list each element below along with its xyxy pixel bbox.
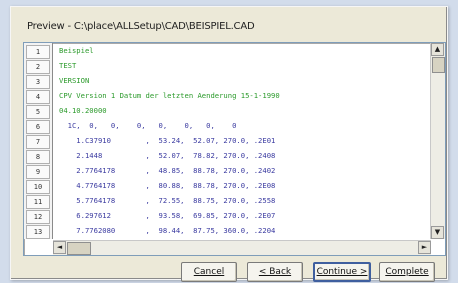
code-line: CPV Version 1 Datum der letzten Aenderun… [59,91,280,100]
code-line: 6.297612 , 93.58, 69.85, 270.0, .2E07 [59,211,276,220]
code-line: TEST [59,61,77,70]
cancel-button[interactable]: Cancel [181,262,237,282]
vertical-scrollbar[interactable]: ▲ ▼ [430,43,445,239]
scroll-left-icon[interactable]: ◄ [53,241,66,254]
horizontal-scrollbar[interactable]: ◄ ► [53,240,431,255]
code-line: 1.C37910 , 53.24, 52.07, 270.0, .2E01 [59,136,276,145]
code-line: Beispiel [59,46,94,55]
dialog-title: Preview - C:\place\ALLSetup\CAD\BEISPIEL… [27,21,255,32]
back-button[interactable]: < Back [247,262,303,282]
scroll-up-icon[interactable]: ▲ [431,43,444,56]
scroll-down-icon[interactable]: ▼ [431,226,444,239]
code-line: 1C, 0, 0, 0, 0, 0, 0, 0 [59,121,237,130]
code-line: VERSION [59,76,90,85]
line-number: 9 [26,165,50,179]
horizontal-scroll-thumb[interactable] [67,242,91,255]
code-line: 7.7762080 , 98.44, 87.75, 360.0, .2204 [59,226,276,235]
line-number: 2 [26,60,50,74]
line-number: 13 [26,225,50,239]
complete-button[interactable]: Complete [379,262,435,282]
line-number: 7 [26,135,50,149]
code-line: 4.7764178 , 80.88, 88.78, 270.0, .2E08 [59,181,276,190]
code-preview[interactable]: 1 2 3 4 5 6 7 8 9 10 11 12 13 Beispiel TEST VERSION CPV… [23,42,446,256]
line-number: 11 [26,195,50,209]
line-number: 5 [26,105,50,119]
code-line: 5.7764178 , 72.55, 88.75, 270.0, .2558 [59,196,276,205]
line-number: 4 [26,90,50,104]
line-number: 12 [26,210,50,224]
line-number: 3 [26,75,50,89]
vertical-scroll-thumb[interactable] [432,57,445,73]
line-number-gutter: 1 2 3 4 5 6 7 8 9 10 11 12 13 [24,43,53,239]
scroll-right-icon[interactable]: ► [418,241,431,254]
continue-button[interactable]: Continue > [313,262,371,282]
line-number: 1 [26,45,50,59]
code-line: 04.10.20000 [59,106,107,115]
code-line: 2.7764178 , 48.85, 88.78, 270.0, .2402 [59,166,276,175]
preview-dialog: Preview - C:\place\ALLSetup\CAD\BEISPIEL… [10,6,448,282]
line-number: 10 [26,180,50,194]
line-number: 6 [26,120,50,134]
code-line: 2.1448 , 52.07, 78.82, 270.0, .2408 [59,151,276,160]
code-text-area[interactable]: Beispiel TEST VERSION CPV Version 1 Datum d… [55,43,427,239]
line-number: 8 [26,150,50,164]
